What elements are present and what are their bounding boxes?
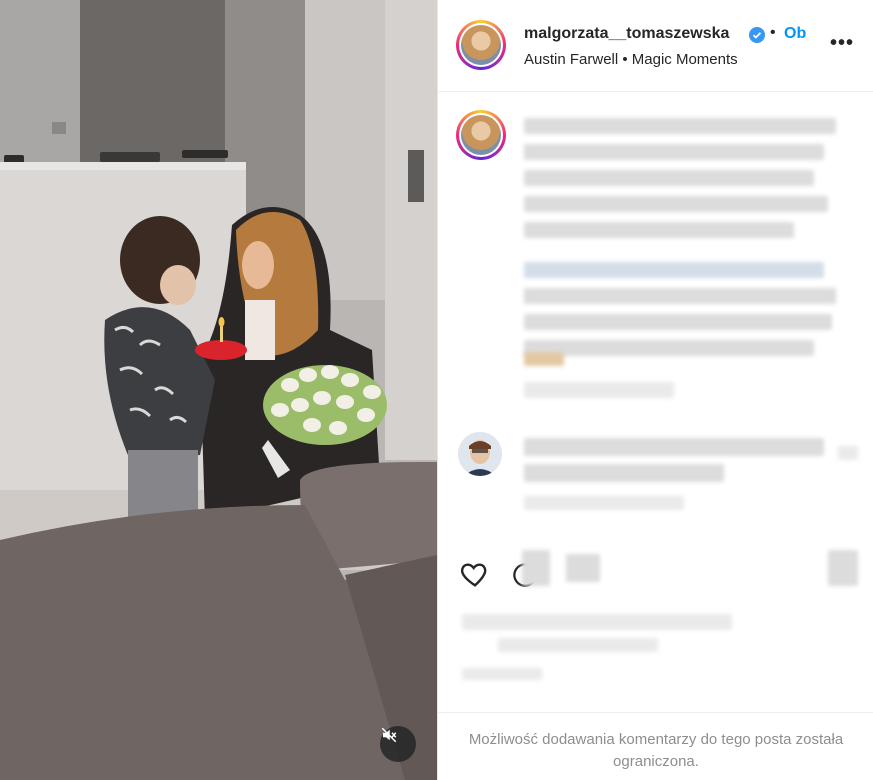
verified-badge-icon <box>749 27 765 43</box>
header-separator: • <box>770 24 776 41</box>
mute-toggle-button[interactable] <box>380 726 416 762</box>
caption-author-avatar[interactable] <box>456 110 506 160</box>
follow-button[interactable]: Ob <box>784 25 806 43</box>
author-avatar[interactable] <box>456 20 506 70</box>
post-actions <box>438 540 873 690</box>
heart-icon[interactable] <box>458 558 492 590</box>
post-header: malgorzata__tomaszewska • Ob ••• Austin … <box>438 0 873 92</box>
author-username[interactable]: malgorzata__tomaszewska <box>524 25 729 43</box>
instagram-post-viewer: malgorzata__tomaszewska • Ob ••• Austin … <box>0 0 873 780</box>
avatar-image <box>461 25 501 65</box>
post-video-frame <box>0 0 437 780</box>
audio-track-link[interactable]: Austin Farwell • Magic Moments <box>524 51 738 68</box>
commenter-avatar[interactable] <box>458 432 502 476</box>
comments-restricted-text: Możliwość dodawania komentarzy do tego p… <box>468 731 844 770</box>
more-options-icon[interactable]: ••• <box>830 32 854 55</box>
comments-restricted-footer: Możliwość dodawania komentarzy do tego p… <box>438 712 873 780</box>
post-side-panel: malgorzata__tomaszewska • Ob ••• Austin … <box>437 0 873 780</box>
speaker-muted-icon <box>381 727 397 743</box>
post-media[interactable] <box>0 0 437 780</box>
